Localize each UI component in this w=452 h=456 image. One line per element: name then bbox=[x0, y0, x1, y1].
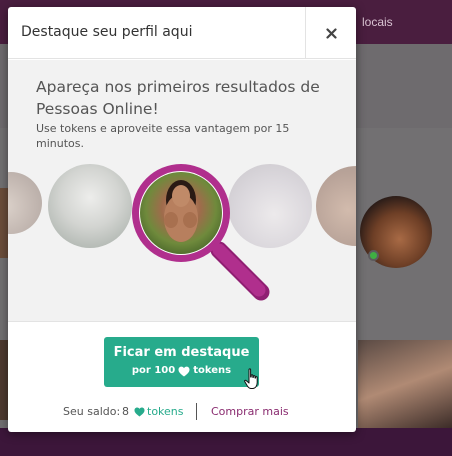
promo-panel: Apareça nos primeiros resultados de Pess… bbox=[8, 60, 356, 322]
background-footer bbox=[0, 428, 452, 456]
heart-icon bbox=[178, 366, 190, 376]
background-photo[interactable] bbox=[358, 340, 452, 428]
feature-button-label: Ficar em destaque bbox=[113, 345, 250, 360]
feature-profile-button[interactable]: Ficar em destaque por 100 tokens bbox=[104, 337, 259, 387]
close-button[interactable] bbox=[305, 7, 356, 59]
buy-more-link[interactable]: Comprar mais bbox=[211, 405, 289, 418]
balance-label: Seu saldo: bbox=[63, 405, 121, 418]
modal-header: Destaque seu perfil aqui bbox=[8, 7, 356, 59]
balance-value: 8 bbox=[122, 405, 129, 418]
feature-profile-modal: Destaque seu perfil aqui Apareça nos pri… bbox=[8, 7, 356, 432]
background-photo bbox=[0, 340, 8, 420]
magnifier-illustration bbox=[132, 164, 270, 301]
close-icon bbox=[325, 27, 337, 39]
promo-heading: Apareça nos primeiros resultados de Pess… bbox=[36, 78, 320, 118]
faded-profile-photo bbox=[48, 164, 132, 248]
divider bbox=[196, 403, 197, 420]
online-status-dot bbox=[368, 250, 379, 261]
price-suffix: tokens bbox=[193, 365, 232, 376]
modal-title: Destaque seu perfil aqui bbox=[21, 24, 193, 40]
background-nav-item[interactable]: locais bbox=[362, 15, 393, 29]
hand-cursor-icon bbox=[244, 368, 258, 389]
feature-button-price: por 100 tokens bbox=[104, 364, 259, 378]
price-prefix: por 100 bbox=[131, 365, 176, 376]
balance-unit: tokens bbox=[147, 405, 184, 418]
heart-icon bbox=[134, 407, 145, 417]
faded-profile-photo bbox=[8, 172, 42, 234]
token-balance-row: Seu saldo: 8 tokens Comprar mais bbox=[8, 403, 356, 421]
promo-subtext: Use tokens e aproveite essa vantagem por… bbox=[36, 122, 290, 150]
background-photo bbox=[0, 188, 8, 258]
faded-profile-photo bbox=[316, 166, 356, 246]
